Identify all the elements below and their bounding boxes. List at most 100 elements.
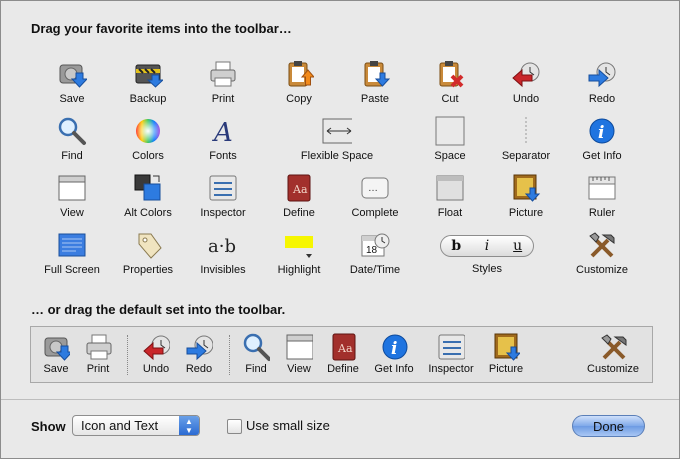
toolbar-item-separator[interactable]: Separator (488, 116, 564, 162)
toolbar-item-label: Picture (488, 363, 524, 375)
styles-segment-u[interactable]: u (504, 238, 532, 254)
flexible-space-icon (322, 116, 352, 146)
paste-icon (360, 59, 390, 89)
toolbar-item-label: Print (211, 93, 235, 105)
toolbar-item-label: Inspector (200, 207, 246, 219)
toolbar-item-define[interactable]: Aa Define (261, 173, 337, 219)
show-popup[interactable]: Icon and Text ▲ ▼ (72, 415, 200, 436)
toolbar-item-print[interactable]: Print (70, 333, 126, 375)
view-icon (285, 333, 313, 361)
toolbar-item-properties[interactable]: Properties (110, 230, 186, 276)
toolbar-item-label: Customize (587, 363, 639, 375)
toolbar-item-fonts[interactable]: A Fonts (185, 116, 261, 162)
styles-segment-i[interactable]: i (473, 238, 501, 254)
svg-text:18: 18 (366, 245, 378, 256)
toolbar-item-customize[interactable]: Customize (585, 333, 641, 375)
svg-text:…: … (368, 183, 378, 194)
toolbar-item-undo[interactable]: Undo (488, 59, 564, 105)
footer-divider (1, 399, 679, 400)
toolbar-item-label: Cut (441, 93, 459, 105)
toolbar-item-inspector[interactable]: Inspector (423, 333, 479, 375)
use-small-size-label[interactable]: Use small size (246, 418, 330, 433)
full-screen-icon (57, 230, 87, 260)
toolbar-item-label: Date/Time (349, 264, 401, 276)
toolbar-item-get-info[interactable]: i Get Info (366, 333, 422, 375)
toolbar-item-space[interactable]: Space (412, 116, 488, 162)
toolbar-item-flexible-space[interactable]: Flexible Space (277, 116, 397, 162)
toolbar-item-label: Customize (576, 264, 628, 276)
toolbar-item-label: Float (437, 207, 463, 219)
toolbar-item-label: Redo (588, 93, 616, 105)
info-icon: i (380, 333, 408, 361)
toolbar-item-find[interactable]: Find (34, 116, 110, 162)
toolbar-item-colors[interactable]: Colors (110, 116, 186, 162)
toolbar-item-copy[interactable]: Copy (261, 59, 337, 105)
toolbar-item-label: Flexible Space (300, 150, 374, 162)
find-icon (242, 333, 270, 361)
svg-text:Aa: Aa (337, 342, 353, 355)
toolbar-item-label: Full Screen (44, 264, 100, 276)
backup-icon (133, 59, 163, 89)
toolbar-item-inspector[interactable]: Inspector (185, 173, 261, 219)
customize-toolbar-sheet: Drag your favorite items into the toolba… (0, 0, 680, 459)
toolbar-item-label: Highlight (277, 264, 321, 276)
toolbar-item-print[interactable]: Print (185, 59, 261, 105)
float-icon (435, 173, 465, 203)
toolbar-item-label: Backup (129, 93, 167, 105)
find-icon (57, 116, 87, 146)
tools-icon (587, 230, 617, 260)
toolbar-item-redo[interactable]: Redo (564, 59, 640, 105)
toolbar-item-redo[interactable]: Redo (171, 333, 227, 375)
fonts-icon: A (208, 116, 238, 146)
colors-icon (133, 116, 163, 146)
toolbar-item-label: Properties (122, 264, 174, 276)
default-set-box[interactable]: Save Print Undo Redo Find View Aa Define i Get In… (30, 326, 653, 383)
picture-icon (511, 173, 541, 203)
toolbar-item-picture[interactable]: Picture (478, 333, 534, 375)
toolbar-item-date-time[interactable]: 18 Date/Time (337, 230, 413, 276)
picture-icon (492, 333, 520, 361)
undo-icon (142, 333, 170, 361)
toolbar-item-ruler[interactable]: Ruler (564, 173, 640, 219)
save-icon (57, 59, 87, 89)
use-small-size-checkbox[interactable] (227, 419, 242, 434)
toolbar-item-get-info[interactable]: i Get Info (564, 116, 640, 162)
calendar-icon: 18 (360, 230, 390, 260)
toolbar-item-complete[interactable]: … Complete (337, 173, 413, 219)
toolbar-item-label: Styles (472, 263, 502, 275)
svg-text:Aa: Aa (292, 183, 308, 196)
toolbar-item-picture[interactable]: Picture (488, 173, 564, 219)
dictionary-icon: Aa (329, 333, 357, 361)
toolbar-item-backup[interactable]: Backup (110, 59, 186, 105)
toolbar-item-customize[interactable]: Customize (564, 230, 640, 276)
toolbar-item-styles[interactable]: b i u Styles (427, 230, 547, 275)
redo-icon (587, 59, 617, 89)
info-icon: i (587, 116, 617, 146)
styles-segment-b[interactable]: b (442, 238, 470, 254)
toolbar-item-float[interactable]: Float (412, 173, 488, 219)
toolbar-item-view[interactable]: View (34, 173, 110, 219)
svg-text:i: i (598, 123, 604, 143)
styles-segmented-control[interactable]: biu (440, 235, 534, 257)
toolbar-item-cut[interactable]: Cut (412, 59, 488, 105)
dictionary-icon: Aa (284, 173, 314, 203)
toolbar-item-save[interactable]: Save (34, 59, 110, 105)
view-icon (57, 173, 87, 203)
toolbar-item-label: Paste (360, 93, 390, 105)
toolbar-item-define[interactable]: Aa Define (315, 333, 371, 375)
svg-text:a·b: a·b (208, 236, 236, 257)
done-button[interactable]: Done (572, 415, 645, 437)
toolbar-item-label: Copy (286, 93, 312, 105)
undo-icon (511, 59, 541, 89)
toolbar-item-alt-colors[interactable]: Alt Colors (110, 173, 186, 219)
ruler-icon (587, 173, 617, 203)
print-icon (84, 333, 112, 361)
toolbar-item-invisibles[interactable]: a·b Invisibles (185, 230, 261, 276)
toolbar-item-full-screen[interactable]: Full Screen (34, 230, 110, 276)
toolbar-item-highlight[interactable]: Highlight (261, 230, 337, 276)
redo-icon (185, 333, 213, 361)
svg-text:A: A (212, 118, 233, 146)
show-label: Show (31, 419, 66, 434)
toolbar-item-paste[interactable]: Paste (337, 59, 413, 105)
toolbar-item-label: Ruler (588, 207, 616, 219)
